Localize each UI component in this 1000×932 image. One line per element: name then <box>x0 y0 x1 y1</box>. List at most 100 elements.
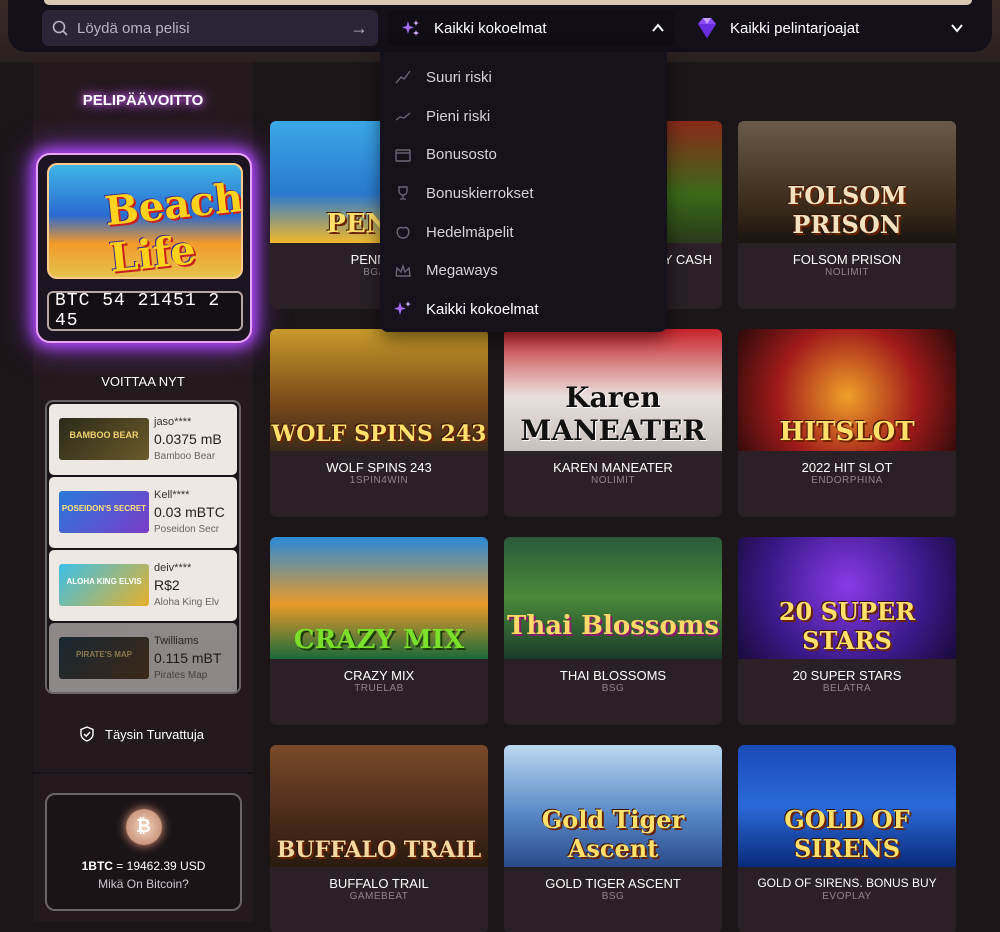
chevron-up-icon <box>652 23 664 32</box>
game-name: GOLD OF SIRENS. BONUS BUY <box>757 876 937 890</box>
game-provider: NOLIMIT <box>824 267 870 278</box>
low-risk-icon <box>395 112 411 121</box>
menu-item-label: Bonuskierrokset <box>426 184 534 202</box>
gem-icon <box>698 18 716 38</box>
winner-game: Pirates Map <box>154 670 208 681</box>
game-art-title: 20 SUPER STARS <box>778 597 916 655</box>
game-provider: GAMEBEAT <box>349 891 409 902</box>
game-art-title: BUFFALO TRAIL <box>276 837 482 863</box>
jackpot-game-image[interactable]: Beach Life <box>47 163 243 279</box>
secure-badge: Täysin Turvattuja <box>79 726 204 742</box>
game-art: BUFFALO TRAIL <box>270 745 488 867</box>
winner-thumbnail: BAMBOO BEAR <box>59 418 149 460</box>
shield-check-icon <box>80 726 94 742</box>
jackpot-card[interactable]: Beach Life BTC 54 21451 2 45 <box>36 153 252 343</box>
menu-item-label: Kaikki kokoelmat <box>426 300 539 318</box>
game-name: WOLF SPINS 243 <box>326 460 432 475</box>
collection-select-label: Kaikki kokoelmat <box>434 19 547 37</box>
menu-item-label: Bonusosto <box>426 146 497 164</box>
game-art: Karen MANEATER <box>504 329 722 451</box>
high-risk-icon <box>395 70 411 84</box>
game-art-title: FOLSOM PRISON <box>787 181 907 239</box>
jackpot-game-logo: Beach Life <box>102 174 243 279</box>
provider-select-label: Kaikki pelintarjoajat <box>730 19 860 37</box>
game-card[interactable]: Gold Tiger Ascent GOLD TIGER ASCENT BSG <box>504 745 722 932</box>
game-provider: BSG <box>601 683 625 694</box>
provider-select[interactable]: Kaikki pelintarjoajat <box>694 10 974 46</box>
menu-item-megaways[interactable]: Megaways <box>380 251 667 290</box>
game-card[interactable]: GOLD OF SIRENS GOLD OF SIRENS. BONUS BUY… <box>738 745 956 932</box>
menu-item-label: Pieni riski <box>426 107 491 125</box>
filter-bar: Löydä oma pelisi → Kaikki kokoelmat Kaik… <box>8 0 992 52</box>
game-provider: BELATRA <box>822 683 872 694</box>
game-name: FOLSOM PRISON <box>792 252 902 267</box>
bitcoin-info-box[interactable]: ₿ 1BTC = 19462.39 USD Mikä On Bitcoin? <box>45 793 242 911</box>
game-name: BUFFALO TRAIL <box>329 876 429 891</box>
sparkles-icon <box>394 301 411 316</box>
winner-amount: 0.03 mBTC <box>154 504 225 520</box>
winner-user: jaso**** <box>154 416 192 428</box>
game-card[interactable]: FOLSOM PRISON FOLSOM PRISON NOLIMIT <box>738 121 956 309</box>
chevron-down-icon <box>951 24 963 33</box>
btc-rate-value: = 19462.39 USD <box>112 859 206 873</box>
game-art-title: WOLF SPINS 243 <box>271 421 487 447</box>
game-art-title: Thai Blossoms <box>507 611 719 641</box>
winner-user: deiv**** <box>154 562 192 574</box>
menu-item-fruit[interactable]: Hedelmäpelit <box>380 213 667 252</box>
game-card[interactable]: WOLF SPINS 243 WOLF SPINS 243 1SPIN4WIN <box>270 329 488 517</box>
game-card[interactable]: HITSLOT 2022 HIT SLOT ENDORPHINA <box>738 329 956 517</box>
game-art: CRAZY MIX <box>270 537 488 659</box>
game-art: Gold Tiger Ascent <box>504 745 722 867</box>
winner-game: Poseidon Secr <box>154 524 220 535</box>
arrow-right-icon[interactable]: → <box>350 18 368 39</box>
what-is-bitcoin-link[interactable]: Mikä On Bitcoin? <box>47 877 240 891</box>
winner-row[interactable]: ALOHA KING ELVIS deiv**** R$2 Aloha King… <box>49 550 237 621</box>
game-card[interactable]: CRAZY MIX CRAZY MIX TRUELAB <box>270 537 488 725</box>
game-art: HITSLOT <box>738 329 956 451</box>
game-art-title: GOLD OF SIRENS <box>784 805 910 863</box>
btc-rate-prefix: 1BTC <box>81 859 113 873</box>
winner-game: Bamboo Bear <box>154 451 216 462</box>
game-art: FOLSOM PRISON <box>738 121 956 243</box>
winner-amount: R$2 <box>154 577 180 593</box>
menu-item-label: Megaways <box>426 262 498 280</box>
game-provider: NOLIMIT <box>590 475 636 486</box>
winner-row[interactable]: POSEIDON'S SECRET Kell**** 0.03 mBTC Pos… <box>49 477 237 548</box>
secure-label: Täysin Turvattuja <box>105 726 204 742</box>
game-art-title: CRAZY MIX <box>293 625 465 655</box>
winner-row[interactable]: BAMBOO BEAR jaso**** 0.0375 mB Bamboo Be… <box>49 404 237 475</box>
winner-thumbnail: ALOHA KING ELVIS <box>59 564 149 606</box>
game-card[interactable]: Karen MANEATER KAREN MANEATER NOLIMIT <box>504 329 722 517</box>
game-art: GOLD OF SIRENS <box>738 745 956 867</box>
winners-title: VOITTAA NYT <box>101 374 185 389</box>
winner-row[interactable]: PIRATE'S MAP Twilliams 0.115 mBT Pirates… <box>49 623 237 692</box>
game-art: WOLF SPINS 243 <box>270 329 488 451</box>
trophy-icon <box>398 186 408 201</box>
menu-item-label: Hedelmäpelit <box>426 223 514 241</box>
winners-list[interactable]: BAMBOO BEAR jaso**** 0.0375 mB Bamboo Be… <box>45 400 241 694</box>
game-provider: EVOPLAY <box>822 891 872 902</box>
game-card[interactable]: 20 SUPER STARS 20 SUPER STARS BELATRA <box>738 537 956 725</box>
fruit-icon <box>396 226 410 239</box>
game-provider: ENDORPHINA <box>811 475 883 486</box>
game-provider: TRUELAB <box>354 683 404 694</box>
game-art-title: Gold Tiger Ascent <box>541 805 685 863</box>
game-card[interactable]: BUFFALO TRAIL BUFFALO TRAIL GAMEBEAT <box>270 745 488 932</box>
menu-item-low-risk[interactable]: Pieni riski <box>380 97 667 136</box>
search-input[interactable]: Löydä oma pelisi → <box>42 10 378 46</box>
game-name: THAI BLOSSOMS <box>559 668 667 683</box>
menu-item-bonus-buy[interactable]: Bonusosto <box>380 135 667 174</box>
sparkles-icon <box>402 20 419 36</box>
game-art-title: HITSLOT <box>779 417 915 447</box>
crown-icon <box>395 263 411 277</box>
sidebar-divider <box>33 772 253 774</box>
winner-amount: 0.115 mBT <box>154 650 222 666</box>
menu-item-free-spins[interactable]: Bonuskierrokset <box>380 174 667 213</box>
game-name: 2022 HIT SLOT <box>801 460 893 475</box>
menu-item-high-risk[interactable]: Suuri riski <box>380 58 667 97</box>
menu-item-all-collections[interactable]: Kaikki kokoelmat <box>380 290 667 329</box>
game-card[interactable]: Thai Blossoms THAI BLOSSOMS BSG <box>504 537 722 725</box>
collections-dropdown: Suuri riski Pieni riski Bonusosto Bonusk… <box>380 52 667 332</box>
winner-user: Kell**** <box>154 489 190 501</box>
collection-select[interactable]: Kaikki kokoelmat <box>388 10 675 46</box>
